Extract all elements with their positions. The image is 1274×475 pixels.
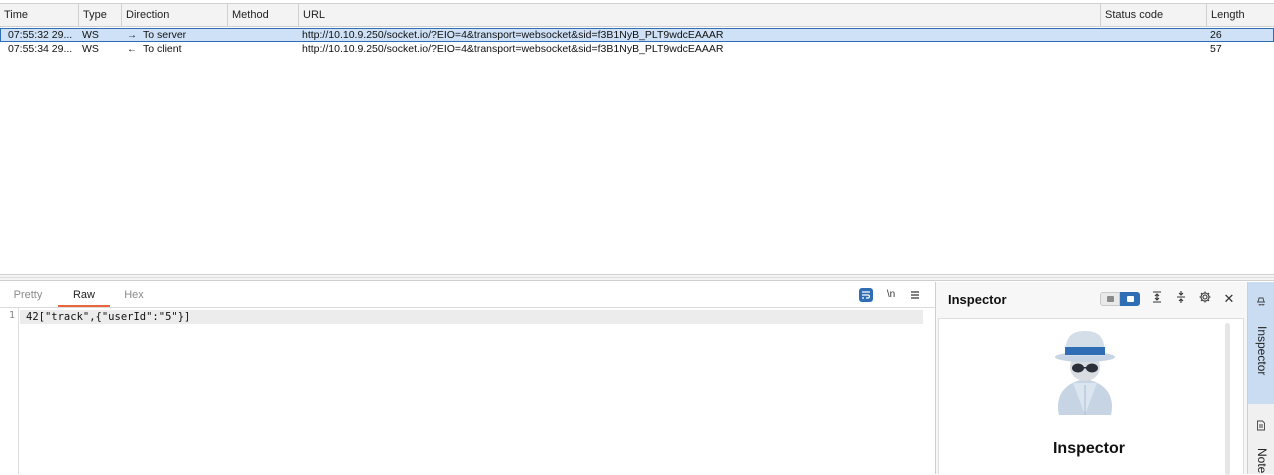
side-tab-strip: Inspector Notes [1247,282,1274,474]
col-direction[interactable]: Direction [122,4,228,26]
col-url[interactable]: URL [299,4,1101,26]
col-time[interactable]: Time [0,4,79,26]
row-time: 07:55:32 29... [8,29,73,41]
tab-pretty[interactable]: Pretty [6,282,50,307]
message-editor: Pretty Raw Hex \n 1 42["track",{"userId"… [0,282,935,474]
show-newlines-button[interactable]: \n [883,288,899,302]
row-direction: → To server [127,28,227,42]
pane-splitter[interactable] [0,274,1274,281]
col-type[interactable]: Type [79,4,122,26]
inspector-title: Inspector [948,292,1007,307]
inspector-heading: Inspector [1052,440,1125,457]
row-status [1104,28,1204,42]
wrap-lines-icon[interactable] [859,288,873,302]
line-gutter [0,308,19,474]
row-url: http://10.10.9.250/socket.io/?EIO=4&tran… [302,29,724,41]
notes-icon [1256,420,1266,434]
collapse-icon[interactable] [1172,290,1190,308]
row-method [231,28,297,42]
inspector-panel: Inspector ✕ Inspector [935,282,1247,475]
table-row[interactable]: 07:55:34 29... WS ← To client http://10.1… [0,42,1274,56]
line-number: 1 [8,310,15,321]
col-status-code[interactable]: Status code [1101,4,1207,26]
table-header: Time Type Direction Method URL Status co… [0,3,1274,27]
arrow-right-icon: → [127,30,137,41]
row-length: 26 [1210,29,1222,41]
inspector-tab-icon [1256,296,1266,309]
col-method[interactable]: Method [228,4,299,26]
table-row[interactable]: 07:55:32 29... WS → To server http://10.1… [0,28,1274,42]
websocket-history-table: Time Type Direction Method URL Status co… [0,0,1274,274]
tab-raw[interactable]: Raw [58,282,110,307]
inspector-body: Inspector [938,318,1244,475]
arrow-left-icon: ← [127,44,137,55]
close-icon[interactable]: ✕ [1220,290,1238,308]
tab-hex[interactable]: Hex [114,282,154,307]
row-length: 57 [1210,43,1222,55]
row-url: http://10.10.9.250/socket.io/?EIO=4&tran… [302,43,724,55]
side-tab-inspector-label: Inspector [1255,326,1269,376]
row-status [1104,42,1204,56]
message-content[interactable]: 42["track",{"userId":"5"}] [26,311,190,323]
row-direction-label: To server [143,29,187,41]
row-direction-label: To client [143,43,182,55]
expand-icon[interactable] [1148,290,1166,308]
row-method [231,42,297,56]
editor-tabs: Pretty Raw Hex \n [0,282,935,308]
side-tab-notes[interactable]: Notes [1248,406,1274,474]
row-type: WS [82,29,99,41]
layout-list-icon[interactable] [1100,292,1120,306]
layout-split-icon[interactable] [1120,292,1140,306]
row-type: WS [82,43,99,55]
row-time: 07:55:34 29... [8,43,73,55]
gear-icon[interactable] [1196,290,1214,308]
side-tab-inspector[interactable]: Inspector [1248,282,1274,404]
row-direction: ← To client [127,42,227,56]
side-tab-notes-label: Notes [1255,448,1269,474]
col-length[interactable]: Length [1207,4,1274,26]
menu-icon[interactable] [908,288,922,302]
incognito-spy-icon [1055,331,1115,415]
